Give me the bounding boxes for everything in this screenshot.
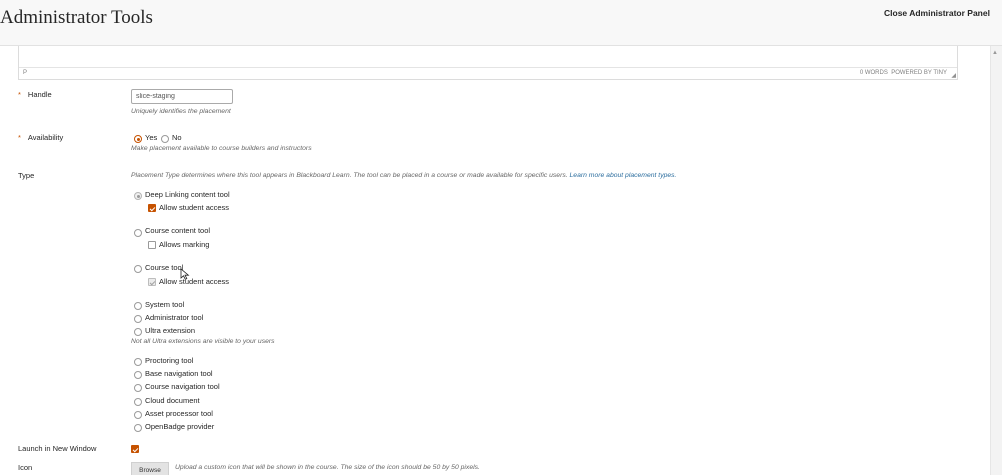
type-label: Type (18, 171, 35, 180)
course-tool-student-access-label: Allow student access (159, 277, 230, 286)
type-label-system-tool: System tool (145, 300, 185, 309)
browse-button[interactable]: Browse (131, 462, 169, 475)
type-label-course-content: Course content tool (145, 226, 211, 235)
type-radio-course-content[interactable] (134, 229, 142, 237)
type-radio-course-navigation[interactable] (134, 384, 142, 392)
page-title: Administrator Tools (0, 7, 153, 28)
type-label-asset-processor: Asset processor tool (145, 409, 213, 418)
availability-help: Make placement available to course build… (131, 145, 312, 152)
type-label-ultra-extension: Ultra extension (145, 326, 196, 335)
type-label-proctoring-tool: Proctoring tool (145, 356, 194, 365)
allows-marking-label: Allows marking (159, 240, 210, 249)
icon-label: Icon (18, 463, 33, 472)
deep-linking-student-access-label: Allow student access (159, 203, 230, 212)
availability-label: * Availability (18, 133, 63, 142)
word-count-text: 0 WORDS (859, 70, 888, 76)
placement-types-link[interactable]: Learn more about placement types. (570, 172, 677, 179)
type-radio-asset-processor[interactable] (134, 411, 142, 419)
availability-yes-radio[interactable] (134, 135, 142, 143)
handle-label-text: Handle (27, 90, 52, 99)
description-editor[interactable]: P 0 WORDS POWERED BY TINY ◢ (18, 46, 958, 80)
type-label-administrator-tool: Administrator tool (145, 313, 204, 322)
type-radio-system-tool[interactable] (134, 302, 142, 310)
type-label-openbadge-provider: OpenBadge provider (145, 422, 215, 431)
type-radio-cloud-document[interactable] (134, 398, 142, 406)
scroll-up-arrow-icon[interactable]: ▲ (992, 50, 998, 56)
type-label-deep-linking: Deep Linking content tool (145, 190, 230, 199)
type-radio-proctoring-tool[interactable] (134, 358, 142, 366)
type-radio-deep-linking[interactable] (134, 192, 142, 200)
powered-by-link[interactable]: POWERED BY TINY (891, 70, 947, 76)
deep-linking-student-access-checkbox[interactable] (148, 204, 156, 212)
type-radio-openbadge-provider[interactable] (134, 424, 142, 432)
type-label-base-navigation: Base navigation tool (145, 369, 213, 378)
required-marker: * (18, 90, 21, 99)
availability-label-text: Availability (27, 133, 64, 142)
close-panel-link[interactable]: Close Administrator Panel (884, 8, 990, 18)
type-help-text: Placement Type determines where this too… (131, 172, 568, 179)
page-scrollbar[interactable] (990, 46, 1002, 475)
type-radio-administrator-tool[interactable] (134, 315, 142, 323)
availability-no-radio[interactable] (161, 135, 169, 143)
type-label-cloud-document: Cloud document (145, 396, 200, 405)
type-label-course-tool: Course tool (145, 263, 184, 272)
handle-input[interactable] (131, 89, 233, 104)
launch-new-window-label: Launch in New Window (18, 444, 97, 453)
type-radio-ultra-extension[interactable] (134, 328, 142, 336)
launch-new-window-checkbox[interactable] (131, 445, 139, 453)
handle-help: Uniquely identifies the placement (131, 108, 231, 115)
course-tool-student-access-checkbox (148, 278, 156, 286)
availability-no-label: No (172, 133, 182, 142)
editor-word-count: 0 WORDS POWERED BY TINY (860, 70, 947, 76)
required-marker: * (18, 133, 21, 142)
mouse-pointer-icon (180, 268, 190, 280)
ultra-extension-note: Not all Ultra extensions are visible to … (131, 338, 275, 345)
allows-marking-checkbox[interactable] (148, 241, 156, 249)
type-label-course-navigation: Course navigation tool (145, 382, 220, 391)
page-header: Administrator Tools Close Administrator … (0, 0, 1002, 46)
editor-status-bar: P 0 WORDS POWERED BY TINY ◢ (19, 67, 957, 79)
editor-element-path[interactable]: P (23, 70, 27, 76)
type-radio-base-navigation[interactable] (134, 371, 142, 379)
handle-label: * Handle (18, 90, 52, 99)
type-radio-course-tool[interactable] (134, 265, 142, 273)
editor-resize-handle-icon[interactable]: ◢ (951, 72, 956, 79)
icon-help: Upload a custom icon that will be shown … (175, 464, 480, 471)
availability-yes-label: Yes (145, 133, 158, 142)
type-help: Placement Type determines where this too… (131, 172, 676, 179)
